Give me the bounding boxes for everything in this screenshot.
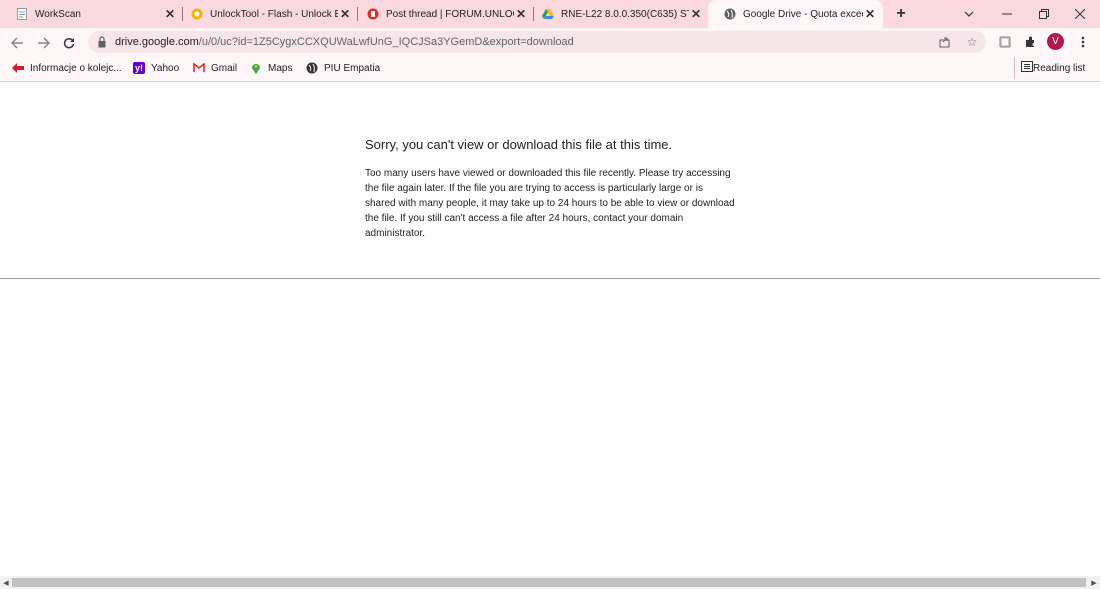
- tab-unlocktool[interactable]: UnlockTool - Flash - Unlock E ✕: [175, 0, 358, 28]
- bookmark-label: Gmail: [211, 62, 238, 74]
- url-host: drive.google.com: [115, 36, 199, 48]
- tab-google-drive-quota[interactable]: Google Drive - Quota excee ✕: [708, 0, 883, 28]
- tab-title: RNE-L22 8.0.0.350(C635) STO: [561, 8, 689, 20]
- bookmark-label: PIU Empatia: [324, 62, 381, 74]
- tab-workscan[interactable]: WorkScan ✕: [0, 0, 183, 28]
- globe-icon: [306, 62, 318, 74]
- unlocktool-icon: [191, 8, 203, 20]
- profile-avatar[interactable]: V: [1047, 33, 1064, 50]
- close-tab-icon[interactable]: ✕: [338, 7, 352, 21]
- browser-toolbar: drive.google.com/u/0/uc?id=1Z5CygxCCXQUW…: [0, 28, 1100, 57]
- tab-rne-l22-drive[interactable]: RNE-L22 8.0.0.350(C635) STO ✕: [526, 0, 709, 28]
- bookmark-maps[interactable]: Maps: [250, 57, 292, 79]
- extension-puzzle-gray-icon[interactable]: [996, 33, 1014, 51]
- arrow-right-icon: [37, 37, 50, 49]
- bookmark-label: Yahoo: [151, 62, 180, 74]
- error-heading: Sorry, you can't view or download this f…: [365, 137, 673, 152]
- back-button[interactable]: [6, 32, 28, 54]
- bookmark-yahoo[interactable]: y! Yahoo: [133, 57, 179, 79]
- page-content: Sorry, you can't view or download this f…: [0, 82, 1100, 576]
- forward-button[interactable]: [32, 32, 54, 54]
- reload-icon: [63, 37, 75, 49]
- address-bar[interactable]: drive.google.com/u/0/uc?id=1Z5CygxCCXQUW…: [88, 31, 986, 53]
- extensions-icon[interactable]: [1021, 33, 1039, 51]
- gmail-icon: [193, 62, 205, 74]
- tab-strip: WorkScan ✕ UnlockTool - Flash - Unlock E…: [0, 0, 1100, 28]
- kebab-menu-icon[interactable]: [1074, 33, 1092, 51]
- lock-icon: [98, 36, 106, 48]
- bookmark-label: Maps: [268, 62, 293, 74]
- scroll-right-icon[interactable]: ▶: [1088, 576, 1100, 589]
- reading-list-label: Reading list: [1033, 62, 1086, 74]
- tab-search-icon[interactable]: [951, 0, 987, 28]
- tab-title: UnlockTool - Flash - Unlock E: [210, 8, 338, 20]
- google-drive-icon: [542, 8, 554, 20]
- bookmark-informacje[interactable]: Informacje o kolejc...: [12, 57, 122, 79]
- url-path: /u/0/uc?id=1Z5CygxCCXQUWaLwfUnG_IQCJSa3Y…: [198, 36, 574, 48]
- close-window-icon[interactable]: [1062, 0, 1098, 28]
- scroll-left-icon[interactable]: ◀: [0, 576, 12, 589]
- arrow-icon: [12, 62, 24, 74]
- horizontal-scrollbar[interactable]: ◀ ▶: [0, 576, 1100, 589]
- yahoo-icon: y!: [133, 62, 145, 74]
- error-body: Too many users have viewed or downloaded…: [365, 168, 735, 239]
- share-icon[interactable]: [937, 34, 953, 50]
- tab-title: WorkScan: [35, 8, 81, 20]
- forum-icon: [367, 8, 379, 20]
- close-tab-icon[interactable]: ✕: [689, 7, 703, 21]
- reload-button[interactable]: [58, 32, 80, 54]
- restore-icon[interactable]: [1026, 0, 1062, 28]
- reading-list-icon: [1021, 61, 1033, 75]
- reading-list-button[interactable]: Reading list: [1014, 57, 1085, 79]
- scrollbar-thumb[interactable]: [12, 578, 1086, 587]
- error-message: Sorry, you can't view or download this f…: [365, 137, 735, 241]
- divider-line: [0, 278, 1100, 279]
- new-tab-button[interactable]: +: [891, 4, 911, 24]
- tab-title: Post thread | FORUM.UNLOC: [386, 8, 514, 20]
- bookmark-piu-empatia[interactable]: PIU Empatia: [306, 57, 380, 79]
- tab-forum-post-thread[interactable]: Post thread | FORUM.UNLOC ✕: [351, 0, 534, 28]
- close-tab-icon[interactable]: ✕: [863, 7, 877, 21]
- bookmark-label: Informacje o kolejc...: [30, 62, 122, 74]
- tab-title: Google Drive - Quota excee: [743, 8, 863, 20]
- bookmark-gmail[interactable]: Gmail: [193, 57, 237, 79]
- document-icon: [16, 8, 28, 20]
- globe-icon: [724, 8, 736, 20]
- minimize-icon[interactable]: [989, 0, 1025, 28]
- url-text: drive.google.com/u/0/uc?id=1Z5CygxCCXQUW…: [115, 31, 574, 53]
- maps-icon: [250, 62, 262, 74]
- bookmark-star-icon[interactable]: ☆: [964, 34, 980, 50]
- bookmarks-bar: Informacje o kolejc... y! Yahoo Gmail Ma…: [0, 57, 1100, 82]
- arrow-left-icon: [10, 37, 23, 49]
